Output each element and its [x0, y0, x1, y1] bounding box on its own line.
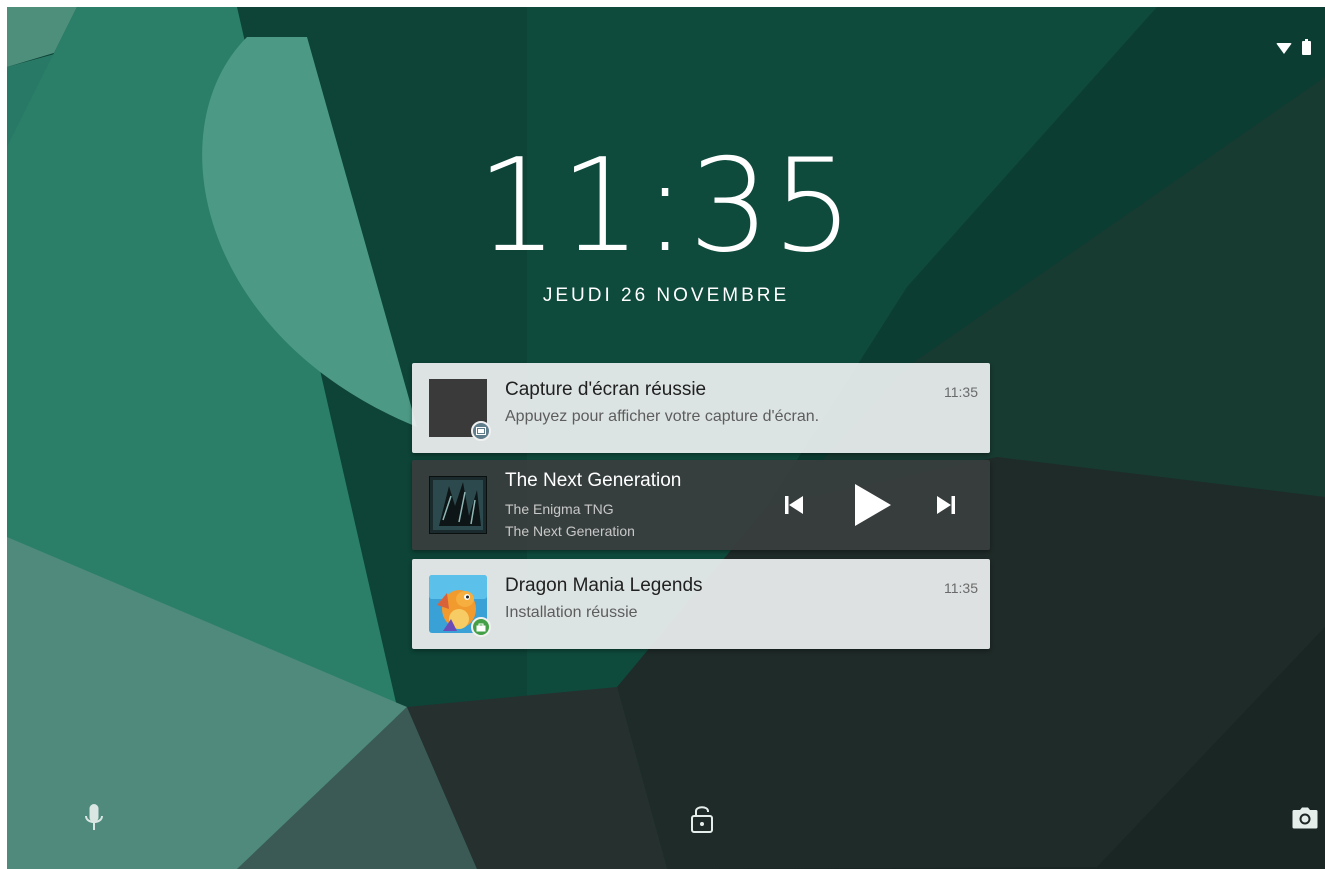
voice-assist-button[interactable] [82, 802, 106, 836]
camera-icon [1292, 807, 1318, 829]
notification-time: 11:35 [944, 580, 978, 596]
next-button[interactable] [924, 460, 968, 550]
play-icon [855, 484, 891, 526]
clock-time: 11:35 [476, 132, 856, 281]
notification-title: Dragon Mania Legends [505, 575, 703, 596]
media-track-title: The Next Generation [505, 470, 682, 491]
wifi-icon [1276, 42, 1292, 54]
media-album: The Next Generation [505, 523, 635, 539]
lock-screen: 11:35 JEUDI 26 NOVEMBRE Capture d'écran … [7, 7, 1325, 869]
battery-icon [1302, 39, 1311, 55]
previous-icon [785, 496, 803, 514]
play-button[interactable] [844, 460, 900, 550]
previous-button[interactable] [772, 460, 816, 550]
unlock-button[interactable] [690, 804, 714, 834]
album-art [429, 476, 487, 534]
mic-icon [85, 804, 103, 830]
notification-screenshot[interactable]: Capture d'écran réussie Appuyez pour aff… [412, 363, 990, 453]
camera-button[interactable] [1292, 807, 1318, 829]
shop-icon [471, 617, 491, 637]
lock-open-icon [691, 806, 713, 833]
status-bar [1276, 39, 1311, 55]
media-artist: The Enigma TNG [505, 501, 614, 517]
notification-app-installed[interactable]: Dragon Mania Legends Installation réussi… [412, 559, 990, 649]
notification-text: Appuyez pour afficher votre capture d'éc… [505, 408, 820, 425]
next-icon [937, 496, 955, 514]
notification-media-player[interactable]: The Next Generation The Enigma TNG The N… [412, 460, 990, 550]
notification-title: Capture d'écran réussie [505, 379, 707, 400]
clock-date: JEUDI 26 NOVEMBRE [542, 285, 790, 306]
notification-text: Installation réussie [505, 604, 638, 621]
screenshot-icon [471, 421, 491, 441]
notification-time: 11:35 [944, 384, 978, 400]
